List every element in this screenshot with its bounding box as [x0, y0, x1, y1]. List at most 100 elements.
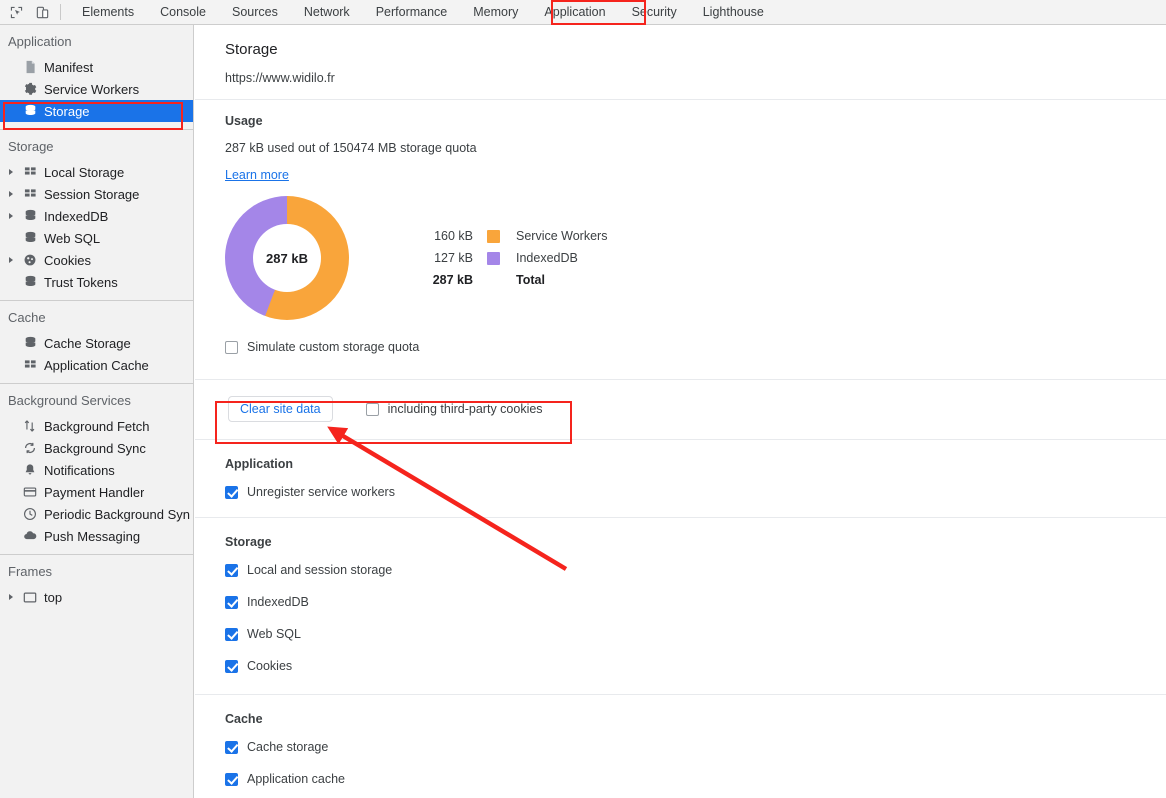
sidebar-item-label: Service Workers	[44, 82, 139, 97]
toolbar-divider	[60, 4, 61, 20]
clear-option-row[interactable]: Cache storage	[225, 740, 1166, 754]
sidebar-item-label: Background Sync	[44, 441, 146, 456]
tab-application[interactable]: Application	[531, 0, 618, 25]
clear-option-row[interactable]: Local and session storage	[225, 563, 1166, 577]
sidebar-group-frames: Frames top	[0, 555, 193, 608]
sidebar-item-web-sql[interactable]: Web SQL	[0, 227, 193, 249]
legend-total-value: 287 kB	[411, 273, 473, 287]
application-clear-section: Application Unregister service workers	[195, 440, 1166, 499]
sidebar-item-payment-handler[interactable]: Payment Handler	[0, 481, 193, 503]
third-party-cookies-row[interactable]: including third-party cookies	[366, 402, 543, 416]
sidebar-group-title: Frames	[0, 555, 193, 586]
legend-value: 160 kB	[411, 229, 473, 243]
tab-performance[interactable]: Performance	[363, 0, 461, 25]
sidebar-item-cookies[interactable]: Cookies	[0, 249, 193, 271]
tab-console[interactable]: Console	[147, 0, 219, 25]
origin-label: https://www.widilo.fr	[225, 71, 1166, 85]
sidebar-item-indexeddb[interactable]: IndexedDB	[0, 205, 193, 227]
sidebar-item-manifest[interactable]: Manifest	[0, 56, 193, 78]
database-icon	[22, 103, 38, 119]
toolbar-icon-group	[0, 2, 53, 22]
tab-sources[interactable]: Sources	[219, 0, 291, 25]
cookies-checkbox[interactable]	[225, 660, 238, 673]
sidebar-item-storage[interactable]: Storage	[0, 100, 193, 122]
legend-total-row: 287 kB Total	[411, 269, 607, 291]
web-sql-checkbox[interactable]	[225, 628, 238, 641]
section-heading: Application	[225, 457, 1166, 471]
chevron-right-icon[interactable]	[9, 213, 13, 219]
application-sidebar: Application Manifest Service Workers Sto…	[0, 25, 194, 798]
database-icon	[22, 208, 38, 224]
tab-memory[interactable]: Memory	[460, 0, 531, 25]
database-icon	[22, 274, 38, 290]
indexeddb-checkbox[interactable]	[225, 596, 238, 609]
cache-storage-checkbox[interactable]	[225, 741, 238, 754]
learn-more-link[interactable]: Learn more	[225, 168, 289, 182]
sidebar-item-push-messaging[interactable]: Push Messaging	[0, 525, 193, 547]
sidebar-group-title: Application	[0, 25, 193, 56]
inspect-element-icon[interactable]	[5, 2, 27, 22]
legend-label: Service Workers	[516, 229, 607, 243]
sidebar-item-cache-storage[interactable]: Cache Storage	[0, 332, 193, 354]
chevron-right-icon[interactable]	[9, 257, 13, 263]
bell-icon	[22, 462, 38, 478]
sidebar-item-background-sync[interactable]: Background Sync	[0, 437, 193, 459]
tab-security[interactable]: Security	[619, 0, 690, 25]
clear-option-row[interactable]: Unregister service workers	[225, 485, 1166, 499]
legend-total-label: Total	[516, 273, 545, 287]
clear-option-row[interactable]: IndexedDB	[225, 595, 1166, 609]
sidebar-item-periodic-background-sync[interactable]: Periodic Background Syn	[0, 503, 193, 525]
clear-option-row[interactable]: Web SQL	[225, 627, 1166, 641]
database-icon	[22, 335, 38, 351]
chevron-right-icon[interactable]	[9, 594, 13, 600]
chevron-right-icon[interactable]	[9, 191, 13, 197]
simulate-quota-checkbox[interactable]	[225, 341, 238, 354]
local-session-storage-checkbox[interactable]	[225, 564, 238, 577]
clear-option-row[interactable]: Cookies	[225, 659, 1166, 673]
clear-site-data-button[interactable]: Clear site data	[228, 396, 333, 422]
sidebar-group-title: Storage	[0, 130, 193, 161]
simulate-quota-row[interactable]: Simulate custom storage quota	[225, 340, 1166, 354]
tab-elements[interactable]: Elements	[69, 0, 147, 25]
clear-option-label: Unregister service workers	[247, 485, 395, 499]
sidebar-item-service-workers[interactable]: Service Workers	[0, 78, 193, 100]
sidebar-item-label: Cache Storage	[44, 336, 131, 351]
sidebar-item-label: Cookies	[44, 253, 91, 268]
sidebar-item-notifications[interactable]: Notifications	[0, 459, 193, 481]
third-party-cookies-checkbox[interactable]	[366, 403, 379, 416]
chevron-right-icon[interactable]	[9, 169, 13, 175]
sidebar-item-local-storage[interactable]: Local Storage	[0, 161, 193, 183]
sidebar-item-label: Background Fetch	[44, 419, 150, 434]
tab-lighthouse[interactable]: Lighthouse	[690, 0, 777, 25]
tab-network[interactable]: Network	[291, 0, 363, 25]
clear-option-row[interactable]: Application cache	[225, 772, 1166, 786]
clock-icon	[22, 506, 38, 522]
legend-swatch	[487, 230, 500, 243]
unregister-service-workers-checkbox[interactable]	[225, 486, 238, 499]
legend-row: 127 kB IndexedDB	[411, 247, 607, 269]
usage-section: Usage 287 kB used out of 150474 MB stora…	[195, 100, 1166, 354]
sidebar-item-top-frame[interactable]: top	[0, 586, 193, 608]
sidebar-group-application: Application Manifest Service Workers Sto…	[0, 25, 193, 130]
sidebar-group-title: Cache	[0, 301, 193, 332]
section-heading: Storage	[225, 535, 1166, 549]
sidebar-item-background-fetch[interactable]: Background Fetch	[0, 415, 193, 437]
application-cache-checkbox[interactable]	[225, 773, 238, 786]
panel-header: Storage https://www.widilo.fr	[195, 25, 1166, 99]
sidebar-item-trust-tokens[interactable]: Trust Tokens	[0, 271, 193, 293]
cache-clear-section: Cache Cache storage Application cache	[195, 695, 1166, 786]
sidebar-item-session-storage[interactable]: Session Storage	[0, 183, 193, 205]
legend-label: IndexedDB	[516, 251, 578, 265]
sidebar-item-label: top	[44, 590, 62, 605]
chart-legend: 160 kB Service Workers 127 kB IndexedDB …	[411, 225, 607, 291]
device-toolbar-icon[interactable]	[31, 2, 53, 22]
usage-donut-chart: 287 kB	[225, 196, 349, 320]
sidebar-item-application-cache[interactable]: Application Cache	[0, 354, 193, 376]
sidebar-item-label: Notifications	[44, 463, 115, 478]
sync-icon	[22, 440, 38, 456]
cloud-icon	[22, 528, 38, 544]
table-icon	[22, 357, 38, 373]
sidebar-group-title: Background Services	[0, 384, 193, 415]
sidebar-item-label: Payment Handler	[44, 485, 144, 500]
storage-usage-chart: 287 kB 160 kB Service Workers 127 kB Ind…	[225, 196, 1166, 320]
